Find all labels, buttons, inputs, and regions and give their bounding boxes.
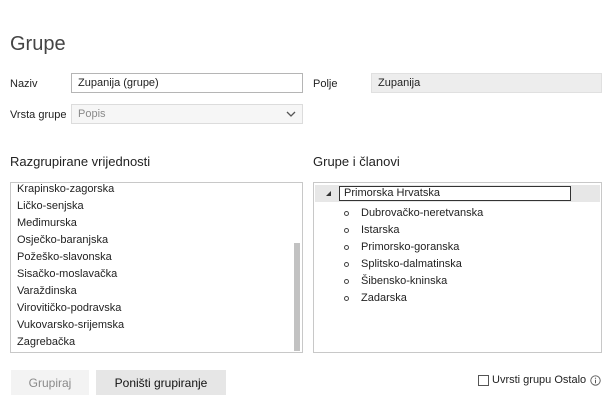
groups-title: Grupe i članovi (313, 154, 400, 169)
list-item[interactable]: Požeško-slavonska (17, 249, 124, 266)
ungrouped-list[interactable]: Krapinsko-zagorska Ličko-senjska Međimur… (10, 182, 303, 353)
list-scrollbar-thumb[interactable] (294, 243, 300, 351)
field-value-display: Zupanija (371, 73, 602, 93)
tree-member-item[interactable]: Splitsko-dalmatinska (344, 256, 483, 273)
group-type-value: Popis (78, 108, 106, 120)
bullet-icon (344, 262, 349, 267)
groups-tree[interactable]: Primorska Hrvatska Dubrovačko-neretvansk… (313, 182, 602, 353)
tree-member-label: Dubrovačko-neretvanska (361, 207, 484, 219)
list-item[interactable]: Zagrebačka (17, 334, 124, 351)
bullet-icon (344, 228, 349, 233)
list-item[interactable]: Sisačko-moslavačka (17, 266, 124, 283)
expanded-triangle-icon[interactable] (325, 190, 333, 198)
include-other-label: Uvrsti grupu Ostalo (492, 374, 587, 386)
tree-member-item[interactable]: Primorsko-goranska (344, 239, 483, 256)
ungroup-button[interactable]: Poništi grupiranje (96, 370, 226, 395)
include-other-checkbox[interactable] (478, 374, 489, 386)
tree-member-label: Primorsko-goranska (361, 241, 460, 253)
tree-group-row[interactable]: Primorska Hrvatska (315, 185, 600, 202)
tree-member-item[interactable]: Istarska (344, 222, 483, 239)
info-icon[interactable] (590, 374, 601, 386)
bullet-icon (344, 279, 349, 284)
tree-member-item[interactable]: Zadarska (344, 290, 483, 307)
field-value-text: Zupanija (378, 77, 421, 89)
group-button[interactable]: Grupiraj (11, 370, 89, 395)
include-other-option[interactable]: Uvrsti grupu Ostalo (478, 374, 601, 386)
bullet-icon (344, 245, 349, 250)
list-item[interactable]: Krapinsko-zagorska (17, 183, 124, 198)
list-item[interactable]: Osječko-baranjska (17, 232, 124, 249)
tree-member-label: Šibensko-kninska (361, 275, 448, 287)
tree-member-item[interactable]: Dubrovačko-neretvanska (344, 205, 483, 222)
list-item[interactable]: Međimurska (17, 215, 124, 232)
name-label: Naziv (10, 78, 38, 90)
tree-member-label: Splitsko-dalmatinska (361, 258, 462, 270)
list-item[interactable]: Varaždinska (17, 283, 124, 300)
page-title: Grupe (10, 33, 66, 55)
list-item[interactable]: Virovitičko-podravska (17, 300, 124, 317)
name-input-value: Zupanija (grupe) (78, 77, 159, 89)
ungrouped-title: Razgrupirane vrijednosti (10, 154, 151, 169)
bullet-icon (344, 211, 349, 216)
tree-group-label[interactable]: Primorska Hrvatska (339, 186, 571, 201)
field-label: Polje (313, 78, 338, 90)
list-item[interactable]: Vukovarsko-srijemska (17, 317, 124, 334)
group-type-label: Vrsta grupe (10, 109, 67, 121)
chevron-down-icon (286, 111, 296, 117)
tree-member-item[interactable]: Šibensko-kninska (344, 273, 483, 290)
tree-member-label: Istarska (361, 224, 400, 236)
group-type-select[interactable]: Popis (71, 104, 303, 124)
bullet-icon (344, 296, 349, 301)
tree-member-label: Zadarska (361, 292, 407, 304)
list-item[interactable]: Ličko-senjska (17, 198, 124, 215)
name-input[interactable]: Zupanija (grupe) (71, 73, 303, 93)
